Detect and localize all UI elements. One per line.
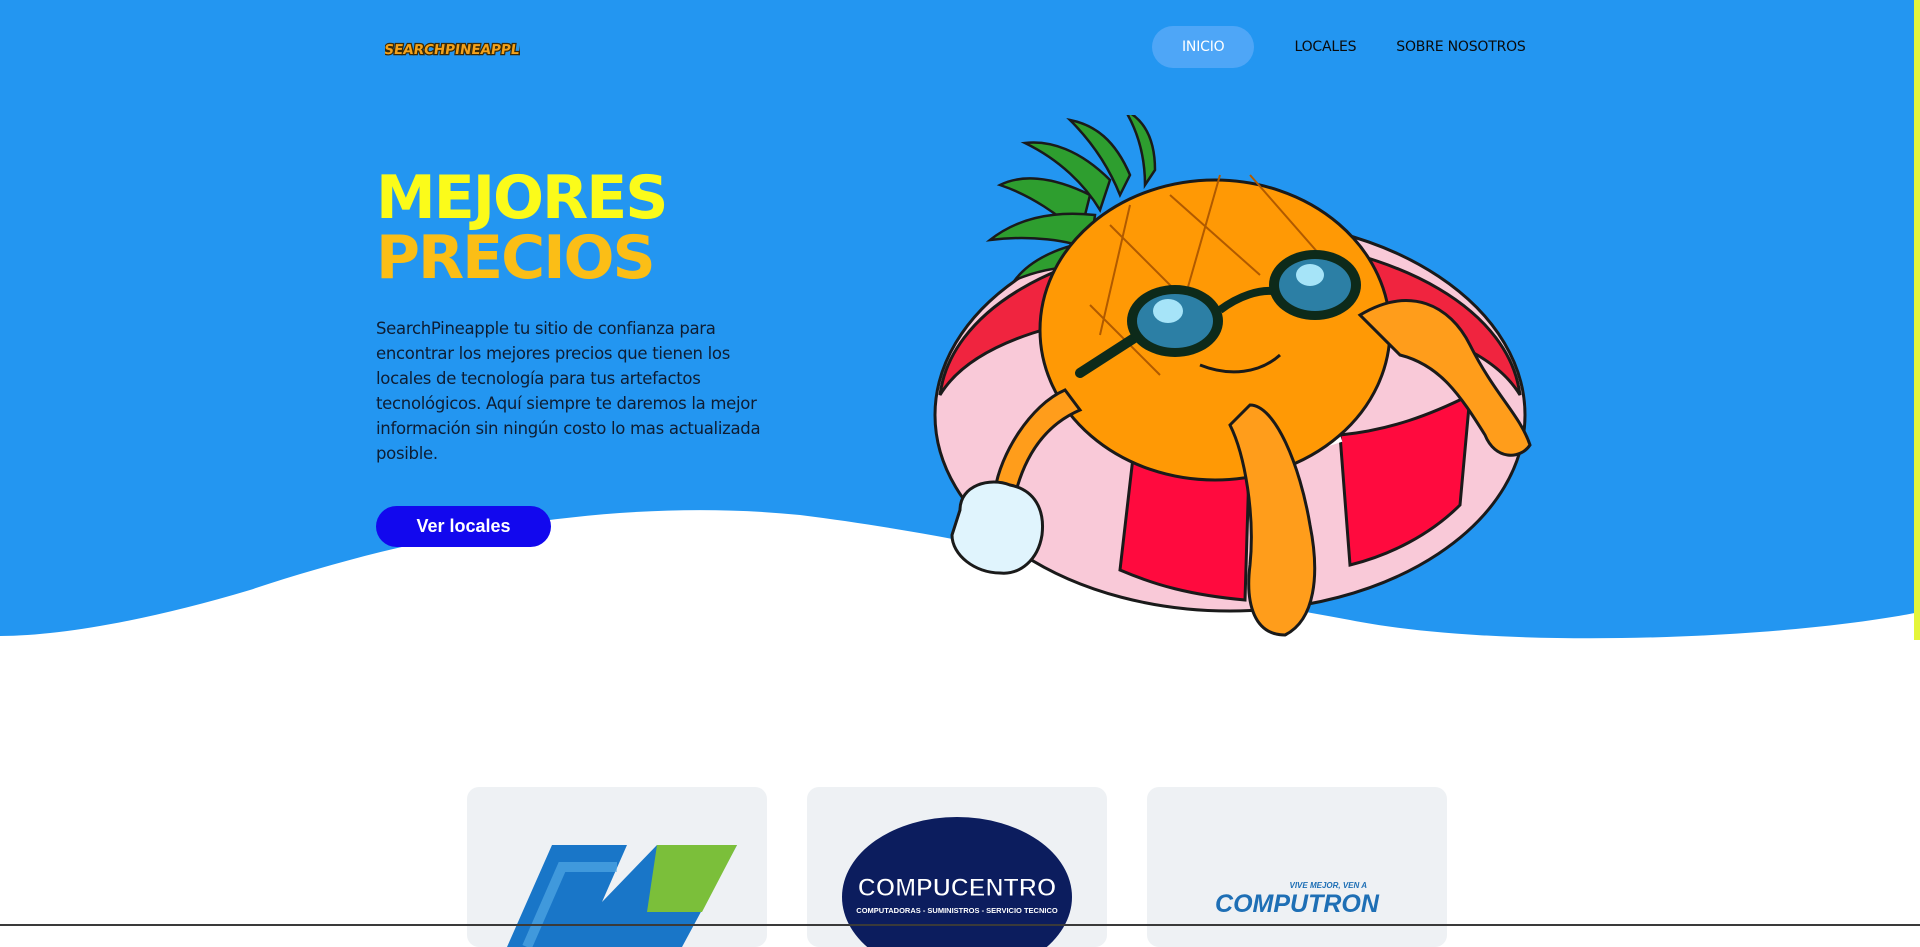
nav-locales[interactable]: LOCALES [1274, 26, 1376, 68]
svg-text:SEARCHPINEAPPLE: SEARCHPINEAPPLE [385, 42, 520, 58]
computron-tagline: VIVE MEJOR, VEN A [1290, 881, 1368, 890]
store-card[interactable]: VIVE MEJOR, VEN A COMPUTRON [1147, 787, 1447, 947]
site-logo[interactable]: SEARCHPINEAPPLE [382, 30, 531, 64]
scrollbar-strip [1914, 0, 1920, 640]
headline-line-1: MEJORES [376, 163, 668, 233]
pineapple-mascot-illustration [933, 115, 1532, 637]
nav-sobre-nosotros[interactable]: SOBRE NOSOTROS [1376, 26, 1545, 68]
nav-inicio[interactable]: INICIO [1152, 26, 1255, 68]
computron-logo-text: COMPUTRON [1215, 890, 1380, 918]
ver-locales-button[interactable]: Ver locales [376, 506, 551, 547]
computron-logo: VIVE MEJOR, VEN A COMPUTRON [1215, 881, 1380, 918]
headline-line-2: PRECIOS [376, 223, 656, 293]
store-logo-n-icon [507, 845, 737, 947]
hero-headline: MEJORES PRECIOS [376, 163, 668, 293]
hero-description: SearchPineapple tu sitio de confianza pa… [376, 319, 761, 463]
compucentro-tagline: COMPUTADORAS - SUMINISTROS - SERVICIO TE… [856, 906, 1058, 915]
store-card[interactable] [467, 787, 767, 947]
store-card[interactable]: COMPUCENTRO COMPUTADORAS - SUMINISTROS -… [807, 787, 1107, 947]
compucentro-logo-text: COMPUCENTRO [858, 874, 1057, 902]
compucentro-logo: COMPUCENTRO COMPUTADORAS - SUMINISTROS -… [842, 817, 1072, 947]
main-nav: INICIO LOCALES SOBRE NOSOTROS [1152, 26, 1546, 68]
